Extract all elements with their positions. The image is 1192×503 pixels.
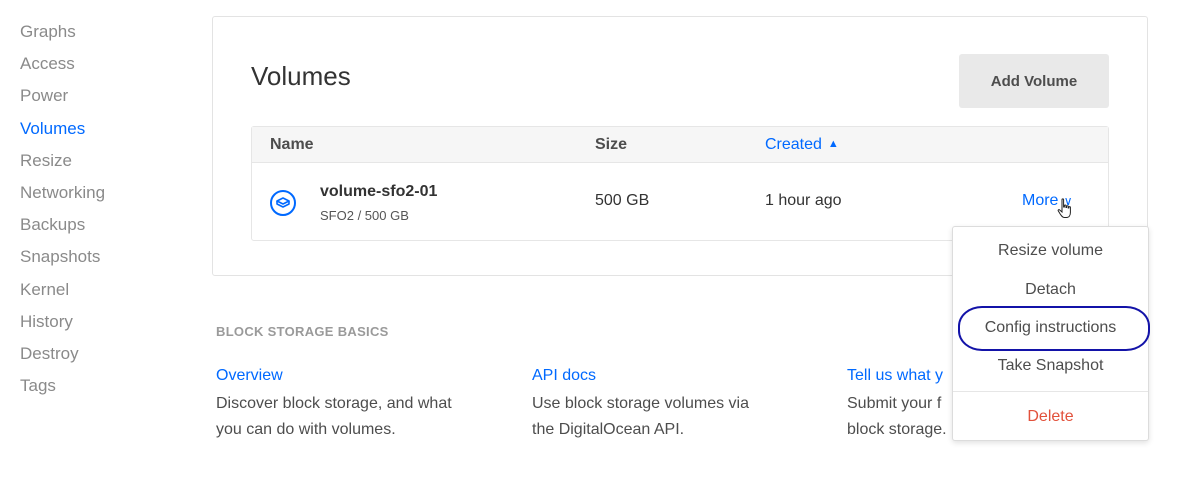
column-header-created-label[interactable]: Created: [765, 136, 822, 153]
api-docs-description: Use block storage volumes via the Digita…: [532, 395, 749, 438]
page-title: Volumes: [251, 61, 351, 91]
overview-link[interactable]: Overview: [216, 367, 456, 385]
sidebar-item-power[interactable]: Power: [20, 80, 170, 112]
api-docs-link[interactable]: API docs: [532, 367, 772, 385]
basics-column-feedback: Tell us what y Submit your f block stora…: [847, 367, 955, 443]
sidebar-item-history[interactable]: History: [20, 306, 170, 338]
table-header: Name Size Created ▲: [252, 127, 1108, 163]
column-header-size: Size: [595, 136, 628, 153]
droplet-sidebar: Graphs Access Power Volumes Resize Netwo…: [20, 16, 170, 402]
overview-description: Discover block storage, and what you can…: [216, 395, 452, 438]
menu-item-delete[interactable]: Delete: [953, 408, 1148, 426]
basics-column-overview: Overview Discover block storage, and wha…: [216, 367, 456, 443]
more-actions-label[interactable]: More: [1022, 192, 1058, 209]
volume-size: 500 GB: [595, 192, 650, 209]
menu-item-take-snapshot[interactable]: Take Snapshot: [953, 357, 1148, 375]
menu-item-detach[interactable]: Detach: [953, 281, 1148, 299]
sidebar-item-kernel[interactable]: Kernel: [20, 274, 170, 306]
menu-divider: [953, 391, 1148, 392]
sidebar-item-snapshots[interactable]: Snapshots: [20, 241, 170, 273]
sidebar-item-access[interactable]: Access: [20, 48, 170, 80]
sidebar-item-volumes[interactable]: Volumes: [20, 113, 170, 145]
basics-column-api-docs: API docs Use block storage volumes via t…: [532, 367, 772, 443]
more-actions-menu: Resize volume Detach Config instructions…: [952, 226, 1149, 441]
sidebar-item-graphs[interactable]: Graphs: [20, 16, 170, 48]
column-header-name: Name: [270, 136, 314, 153]
volumes-table: Name Size Created ▲ volume-sfo2-01 SFO2 /…: [251, 126, 1109, 241]
sidebar-item-networking[interactable]: Networking: [20, 177, 170, 209]
sidebar-item-resize[interactable]: Resize: [20, 145, 170, 177]
volume-name[interactable]: volume-sfo2-01: [320, 183, 437, 201]
feedback-link[interactable]: Tell us what y: [847, 367, 955, 385]
menu-item-config-instructions[interactable]: Config instructions: [953, 319, 1148, 337]
volume-icon: [270, 190, 296, 216]
volume-created: 1 hour ago: [765, 192, 842, 209]
sidebar-item-backups[interactable]: Backups: [20, 209, 170, 241]
sidebar-item-destroy[interactable]: Destroy: [20, 338, 170, 370]
feedback-description: Submit your f block storage.: [847, 395, 947, 438]
sidebar-item-tags[interactable]: Tags: [20, 370, 170, 402]
page: Graphs Access Power Volumes Resize Netwo…: [0, 0, 1192, 503]
basics-heading: BLOCK STORAGE BASICS: [216, 324, 389, 339]
sort-ascending-icon[interactable]: ▲: [828, 138, 839, 150]
menu-item-resize-volume[interactable]: Resize volume: [953, 242, 1148, 260]
hand-cursor-icon: [1057, 198, 1071, 218]
volume-region-size: SFO2 / 500 GB: [320, 208, 409, 223]
column-header-created[interactable]: Created ▲: [765, 136, 839, 154]
add-volume-button[interactable]: Add Volume: [959, 54, 1109, 108]
